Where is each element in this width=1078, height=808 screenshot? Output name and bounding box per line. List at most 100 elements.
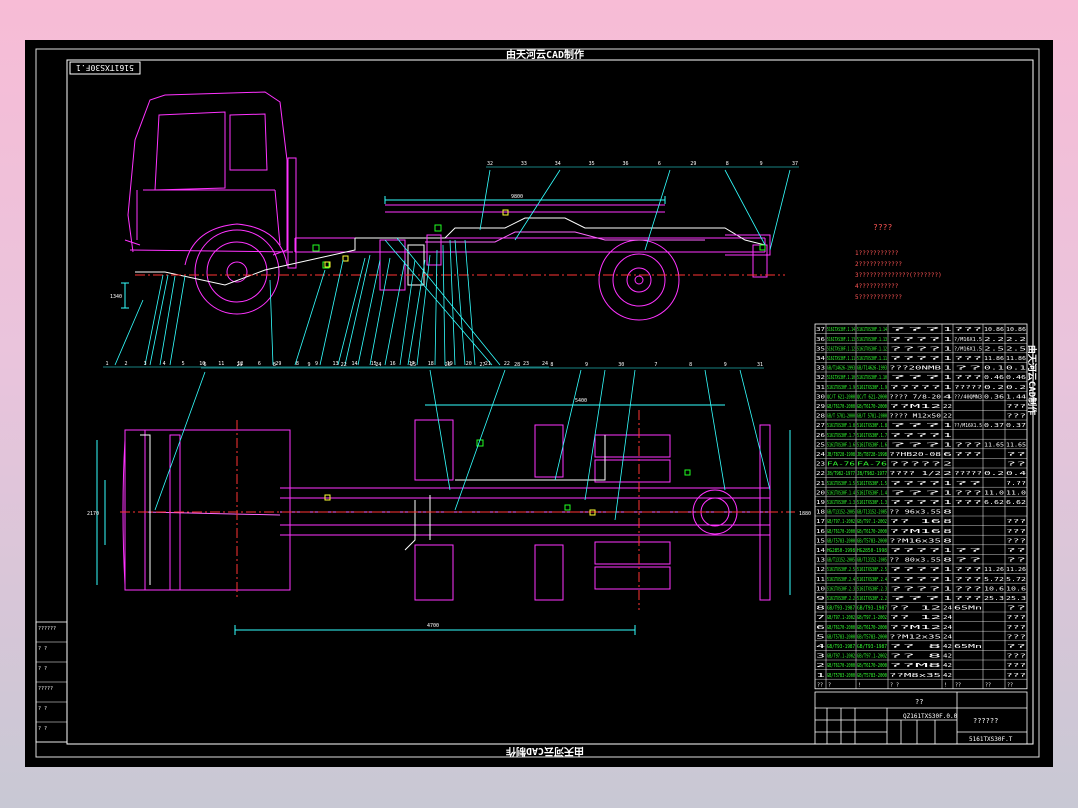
footer-title: 由天河云CAD制作 (506, 745, 584, 758)
bom-cell: 35 (816, 346, 825, 352)
callout-label: 36 (623, 161, 629, 167)
bom-cell: ?? (954, 366, 982, 372)
callout-label: 37 (792, 161, 798, 167)
bom-cell: ?? (1006, 606, 1026, 612)
bom-cell: 5.72 (984, 577, 1004, 583)
green-fittings (312, 224, 766, 269)
bom-cell: 25.3 (1006, 596, 1026, 602)
callout-label: 6 (258, 361, 261, 367)
bom-cell: 0.2 (984, 471, 1004, 477)
bom-cell: 11.65 (1006, 442, 1026, 448)
bom-cell: 0.1 (984, 366, 1004, 372)
bom-cell: 24 (816, 452, 825, 458)
bom-cell: 15 (816, 538, 825, 544)
bom-cell: GB/T6170-2000 (857, 404, 887, 410)
bom-header-cell: ! (944, 682, 947, 688)
note-1: 1??????????? (855, 250, 899, 257)
bom-cell: 42 (943, 663, 952, 669)
bom-cell: 21 (816, 481, 825, 487)
bom-cell: 5161TXS30F.1.6 (827, 442, 855, 448)
plan-green-fittings (476, 439, 691, 511)
bom-cell: 1 (943, 596, 952, 602)
bom-cell: QC/T 621-2000 (827, 394, 855, 400)
bom-cell: JB/T982-1977 (857, 471, 887, 477)
callout-label: 8 (273, 362, 276, 368)
callout-label: 18 (428, 361, 434, 367)
frame-upper (385, 204, 665, 213)
bom-cell: ???? (889, 586, 941, 592)
bom-cell: 5161TXS30F.2.2 (857, 596, 887, 602)
bom-cell: 5161TXS30F.1.12 (857, 346, 887, 352)
bom-cell: HG2850-1998 (827, 548, 855, 554)
left-strip-table: ?????? ? ? ? ?????? ? ? ? ? (35, 621, 68, 743)
bom-cell: 1 (943, 366, 952, 372)
tech-notes: ???? 1??????????? 2???????????? 3???????… (855, 223, 942, 301)
bom-header-cell: ?? (817, 682, 823, 688)
bom-cell: FA-76 (827, 462, 855, 468)
notes-heading: ???? (873, 223, 892, 232)
bom-cell: 1 (943, 577, 952, 583)
bom-cell: 1 (943, 385, 952, 391)
bom-cell: 19 (816, 500, 825, 506)
bom-cell: ??? (1006, 663, 1026, 669)
bom-cell: 5161TXS30F.2.3 (857, 586, 887, 592)
bom-cell: 5161TXS30F.2.5 (827, 567, 855, 573)
bom-cell: 5161TXS30F.1.3 (857, 500, 887, 506)
bom-cell: ?? 8 (889, 644, 941, 650)
bom-cell: 30 (816, 394, 825, 400)
bom-cell: JB/T8728-1998 (827, 452, 855, 458)
callout-label: 9 (760, 161, 763, 167)
bom-cell: 13 (816, 558, 825, 564)
bom-cell: GB/T14626-1993 (857, 366, 887, 372)
bom-cell: GB/T93-1987 (857, 644, 887, 650)
bom-cell: ??? (954, 327, 982, 333)
bom-cell: 6 (943, 452, 952, 458)
bom-cell: HG2850-1998 (857, 548, 887, 554)
bom-cell: ??? (889, 490, 941, 496)
corner-code-box: 5161TXS30F.1 (69, 61, 141, 75)
note-2: 2???????????? (855, 261, 902, 268)
bom-cell: 1 (943, 481, 952, 487)
callout-label: 6 (658, 161, 661, 167)
bom-cell: 1 (943, 346, 952, 352)
bom-cell: 17 (816, 519, 825, 525)
plan-cab-bumper (122, 430, 291, 590)
bom-cell: 5161TXS30F.2.2 (827, 596, 855, 602)
bom-cell: ??? (1006, 404, 1026, 410)
hydraulic-tank (379, 239, 406, 291)
bom-cell: ??M8x35 (889, 673, 941, 679)
bom-cell: 8 (816, 606, 825, 612)
bom-cell: ??HB20-08 (889, 452, 941, 458)
bom-cell: 1 (943, 423, 952, 429)
note-3: 3??????????????(???????) (855, 272, 942, 279)
bom-cell: 5161TXS30F.1.5 (857, 481, 887, 487)
bom-cell: GB/T6170-2000 (827, 404, 855, 410)
callout-label: 14 (352, 361, 358, 367)
cab-details (124, 189, 281, 246)
bom-cell: 20 (816, 490, 825, 496)
bom-cell: ???? (889, 548, 941, 554)
bom-cell: 11 (816, 577, 825, 583)
bom-cell: 2.5 (1006, 346, 1026, 352)
bom-header-cell: ? (828, 682, 831, 688)
callout-label: 8 (726, 161, 729, 167)
callout-label: 33 (521, 161, 527, 167)
bom-cell: ???? (889, 481, 941, 487)
bom-cell: ?? 12 (889, 606, 941, 612)
side-dims-labels: 9800 1340 (110, 194, 523, 300)
left-strip-cell: ? ? (38, 666, 47, 672)
bom-cell: ??/40QMN3 (954, 394, 982, 400)
bom-cell: 5161TXS30F.1.8 (827, 423, 855, 429)
bom-cell: 0.46 (1006, 375, 1026, 381)
callout-label: 13 (333, 361, 339, 367)
bom-cell: 22 (943, 414, 952, 420)
plan-view-chassis (96, 404, 795, 635)
bom-cell: 6 (816, 625, 825, 631)
bom-cell: ?? 16 (889, 519, 941, 525)
bom-cell: 11.0 (984, 490, 1004, 496)
bom-cell: 1 (943, 490, 952, 496)
callout-label: 24 (542, 361, 548, 367)
corner-code: 5161TXS30F.1 (76, 63, 134, 72)
bom-cell: GB/T13152-2005 (827, 510, 855, 516)
bom-cell: ??? (954, 490, 982, 496)
